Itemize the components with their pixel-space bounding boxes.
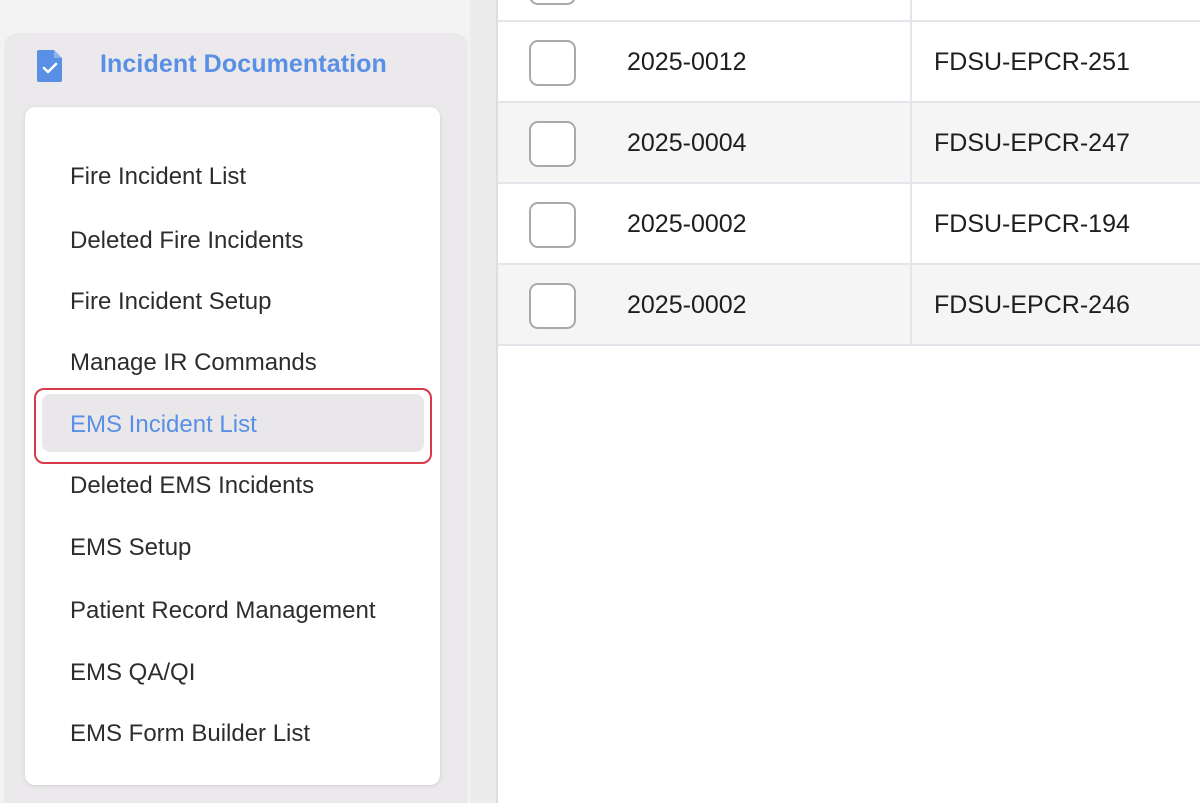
incident-number-cell: 2025-0004 (627, 129, 747, 157)
menu-item-patient-record-management[interactable]: Patient Record Management (70, 597, 376, 625)
record-id-cell: FDSU-EPCR-247 (934, 129, 1130, 157)
menu-item-deleted-fire-incidents[interactable]: Deleted Fire Incidents (70, 227, 303, 255)
incident-table: 2025-0012 FDSU-EPCR-251 2025-0004 FDSU-E… (496, 0, 1200, 803)
menu-item-ems-qa-qi[interactable]: EMS QA/QI (70, 659, 195, 687)
section-header-icon-wrap (36, 48, 64, 84)
menu-item-deleted-ems-incidents[interactable]: Deleted EMS Incidents (70, 472, 314, 500)
highlight-box (34, 388, 432, 464)
incident-number-cell: 2025-0002 (627, 210, 747, 238)
row-checkbox-partial[interactable] (529, 0, 576, 5)
table-row[interactable]: 2025-0004 FDSU-EPCR-247 (498, 103, 1200, 184)
record-id-cell: FDSU-EPCR-194 (934, 210, 1130, 238)
menu-item-ems-setup[interactable]: EMS Setup (70, 534, 191, 562)
menu-item-manage-ir-commands[interactable]: Manage IR Commands (70, 349, 317, 377)
row-checkbox[interactable] (529, 40, 576, 86)
panel-divider[interactable] (470, 0, 496, 803)
document-check-icon (37, 50, 62, 82)
record-id-cell: FDSU-EPCR-246 (934, 291, 1130, 319)
menu-item-ems-form-builder-list[interactable]: EMS Form Builder List (70, 720, 310, 748)
table-row[interactable]: 2025-0002 FDSU-EPCR-246 (498, 265, 1200, 346)
column-divider (910, 0, 912, 20)
menu-item-fire-incident-setup[interactable]: Fire Incident Setup (70, 288, 271, 316)
incident-number-cell: 2025-0012 (627, 48, 747, 76)
column-divider (910, 103, 912, 182)
column-divider (910, 22, 912, 101)
column-divider (910, 184, 912, 263)
section-title[interactable]: Incident Documentation (100, 50, 387, 79)
table-row[interactable]: 2025-0012 FDSU-EPCR-251 (498, 22, 1200, 103)
record-id-cell: FDSU-EPCR-251 (934, 48, 1130, 76)
table-row[interactable]: 2025-0002 FDSU-EPCR-194 (498, 184, 1200, 265)
row-checkbox[interactable] (529, 202, 576, 248)
row-checkbox[interactable] (529, 283, 576, 329)
column-divider (910, 265, 912, 344)
row-checkbox[interactable] (529, 121, 576, 167)
incident-number-cell: 2025-0002 (627, 291, 747, 319)
menu-item-fire-incident-list[interactable]: Fire Incident List (70, 163, 246, 191)
table-row-partial (498, 0, 1200, 22)
